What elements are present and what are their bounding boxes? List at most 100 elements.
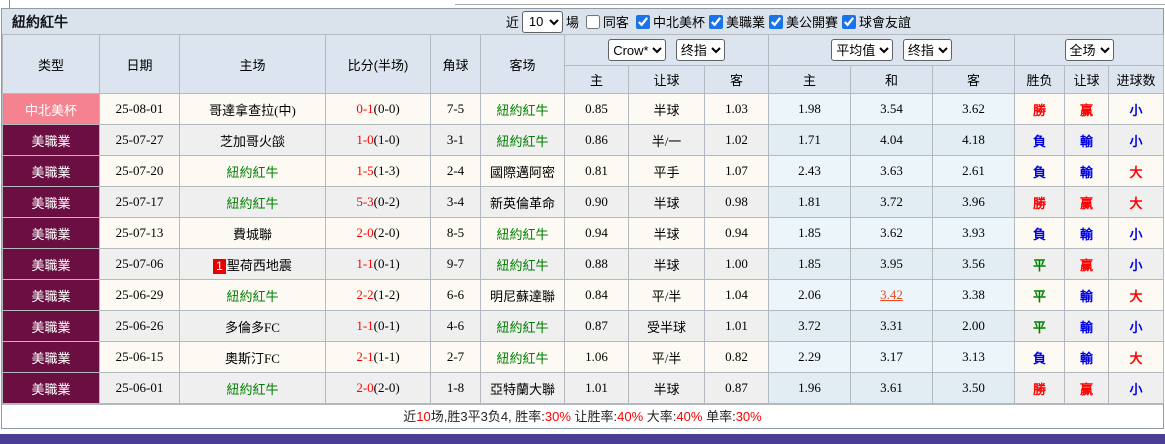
league-checkbox[interactable]	[769, 15, 783, 29]
date-cell: 25-08-01	[100, 94, 180, 125]
corner-cell: 9-7	[431, 249, 481, 280]
handicap-result-cell: 赢	[1065, 373, 1109, 404]
away-team-cell[interactable]: 明尼蘇達聯	[481, 280, 565, 311]
score-cell: 1-1(0-1)	[326, 249, 431, 280]
same-away-checkbox[interactable]	[586, 15, 600, 29]
result-cell: 勝	[1015, 94, 1065, 125]
scope-select[interactable]: 全场	[1065, 39, 1114, 61]
home-team-cell[interactable]: 紐約紅牛	[180, 280, 326, 311]
away-team-cell[interactable]: 紐約紅牛	[481, 342, 565, 373]
league-cell: 美職業	[3, 156, 100, 187]
avg-home-cell: 1.81	[769, 187, 851, 218]
home-team-cell[interactable]: 費城聯	[180, 218, 326, 249]
avg-draw-cell[interactable]: 3.42	[851, 280, 933, 311]
corner-cell: 3-4	[431, 187, 481, 218]
avg-draw-cell: 3.54	[851, 94, 933, 125]
home-odds-cell: 1.06	[565, 342, 629, 373]
away-team-cell[interactable]: 紐約紅牛	[481, 311, 565, 342]
handicap-cell: 半球	[629, 373, 705, 404]
away-odds-cell: 0.87	[705, 373, 769, 404]
away-team-cell[interactable]: 紐約紅牛	[481, 249, 565, 280]
away-odds-cell: 1.00	[705, 249, 769, 280]
same-away-filter[interactable]: 同客	[582, 12, 629, 31]
result-group: 全场	[1015, 35, 1164, 66]
away-odds-cell: 1.03	[705, 94, 769, 125]
home-team-cell[interactable]: 多倫多FC	[180, 311, 326, 342]
away-odds-cell: 1.01	[705, 311, 769, 342]
date-cell: 25-07-27	[100, 125, 180, 156]
home-team-cell[interactable]: 芝加哥火燄	[180, 125, 326, 156]
goals-cell: 小	[1109, 249, 1164, 280]
goals-cell: 小	[1109, 125, 1164, 156]
recent-count-select[interactable]: 10	[522, 11, 563, 33]
away-team-cell[interactable]: 新英倫革命	[481, 187, 565, 218]
handicap-cell: 平/半	[629, 280, 705, 311]
away-team-cell[interactable]: 國際邁阿密	[481, 156, 565, 187]
average-select[interactable]: 平均值	[831, 39, 893, 61]
avg-home-cell: 1.71	[769, 125, 851, 156]
avg-draw-cell: 3.72	[851, 187, 933, 218]
away-team-cell[interactable]: 紐約紅牛	[481, 218, 565, 249]
avg-draw-cell: 3.62	[851, 218, 933, 249]
home-odds-cell: 1.01	[565, 373, 629, 404]
away-odds-cell: 0.94	[705, 218, 769, 249]
avg-draw-cell: 3.17	[851, 342, 933, 373]
odds-link[interactable]: 3.42	[880, 287, 903, 302]
home-team-cell[interactable]: 1聖荷西地震	[180, 249, 326, 280]
corner-cell: 1-8	[431, 373, 481, 404]
titlebar: 紐約紅牛 近 10 場 同客 中北美杯美職業美公開賽球會友誼	[2, 9, 1163, 34]
avg-draw-cell: 4.04	[851, 125, 933, 156]
rank-badge: 1	[213, 259, 226, 274]
score-cell: 0-1(0-0)	[326, 94, 431, 125]
home-team-cell[interactable]: 紐約紅牛	[180, 187, 326, 218]
date-cell: 25-07-17	[100, 187, 180, 218]
col-header-date: 日期	[100, 35, 180, 94]
home-odds-cell: 0.94	[565, 218, 629, 249]
avg-home-cell: 1.85	[769, 249, 851, 280]
league-cell: 美職業	[3, 280, 100, 311]
goals-cell: 小	[1109, 94, 1164, 125]
score-cell: 1-0(1-0)	[326, 125, 431, 156]
away-team-cell[interactable]: 紐約紅牛	[481, 125, 565, 156]
home-team-cell[interactable]: 紐約紅牛	[180, 156, 326, 187]
avg-away-cell: 2.00	[933, 311, 1015, 342]
league-checkbox[interactable]	[636, 15, 650, 29]
corner-cell: 2-7	[431, 342, 481, 373]
score-cell: 1-1(0-1)	[326, 311, 431, 342]
result-cell: 平	[1015, 280, 1065, 311]
handicap-result-cell: 輸	[1065, 218, 1109, 249]
league-cell: 中北美杯	[3, 94, 100, 125]
score-cell: 5-3(0-2)	[326, 187, 431, 218]
col-header-score: 比分(半场)	[326, 35, 431, 94]
away-odds-cell: 0.82	[705, 342, 769, 373]
league-filter[interactable]: 美公開賽	[765, 12, 838, 31]
home-team-cell[interactable]: 奧斯汀FC	[180, 342, 326, 373]
league-checkbox[interactable]	[709, 15, 723, 29]
average-line-select[interactable]: 终指	[903, 39, 952, 61]
league-filter[interactable]: 球會友誼	[838, 12, 911, 31]
home-team-cell[interactable]: 哥達拿查拉(中)	[180, 94, 326, 125]
score-cell: 2-1(1-1)	[326, 342, 431, 373]
bookmaker-select[interactable]: Crow*	[608, 39, 666, 61]
col-header-result: 胜负	[1015, 66, 1065, 94]
handicap-result-cell: 輸	[1065, 280, 1109, 311]
same-away-label: 同客	[603, 12, 629, 31]
handicap-result-cell: 赢	[1065, 94, 1109, 125]
crop-vertical-tick	[9, 0, 10, 8]
corner-cell: 3-1	[431, 125, 481, 156]
league-checkbox[interactable]	[842, 15, 856, 29]
team-stats-panel: 紐約紅牛 近 10 場 同客 中北美杯美職業美公開賽球會友誼 类型 日期 主	[1, 8, 1164, 429]
date-cell: 25-07-13	[100, 218, 180, 249]
avg-away-cell: 3.38	[933, 280, 1015, 311]
home-team-cell[interactable]: 紐約紅牛	[180, 373, 326, 404]
bookmaker-line-select[interactable]: 终指	[676, 39, 725, 61]
match-row: 美職業25-06-15奧斯汀FC2-1(1-1)2-7紐約紅牛1.06平/半0.…	[3, 342, 1164, 373]
score-cell: 2-2(1-2)	[326, 280, 431, 311]
date-cell: 25-06-15	[100, 342, 180, 373]
avg-draw-cell: 3.95	[851, 249, 933, 280]
goals-cell: 小	[1109, 311, 1164, 342]
away-team-cell[interactable]: 亞特蘭大聯	[481, 373, 565, 404]
league-filter[interactable]: 中北美杯	[632, 12, 705, 31]
league-filter[interactable]: 美職業	[705, 12, 765, 31]
away-team-cell[interactable]: 紐約紅牛	[481, 94, 565, 125]
